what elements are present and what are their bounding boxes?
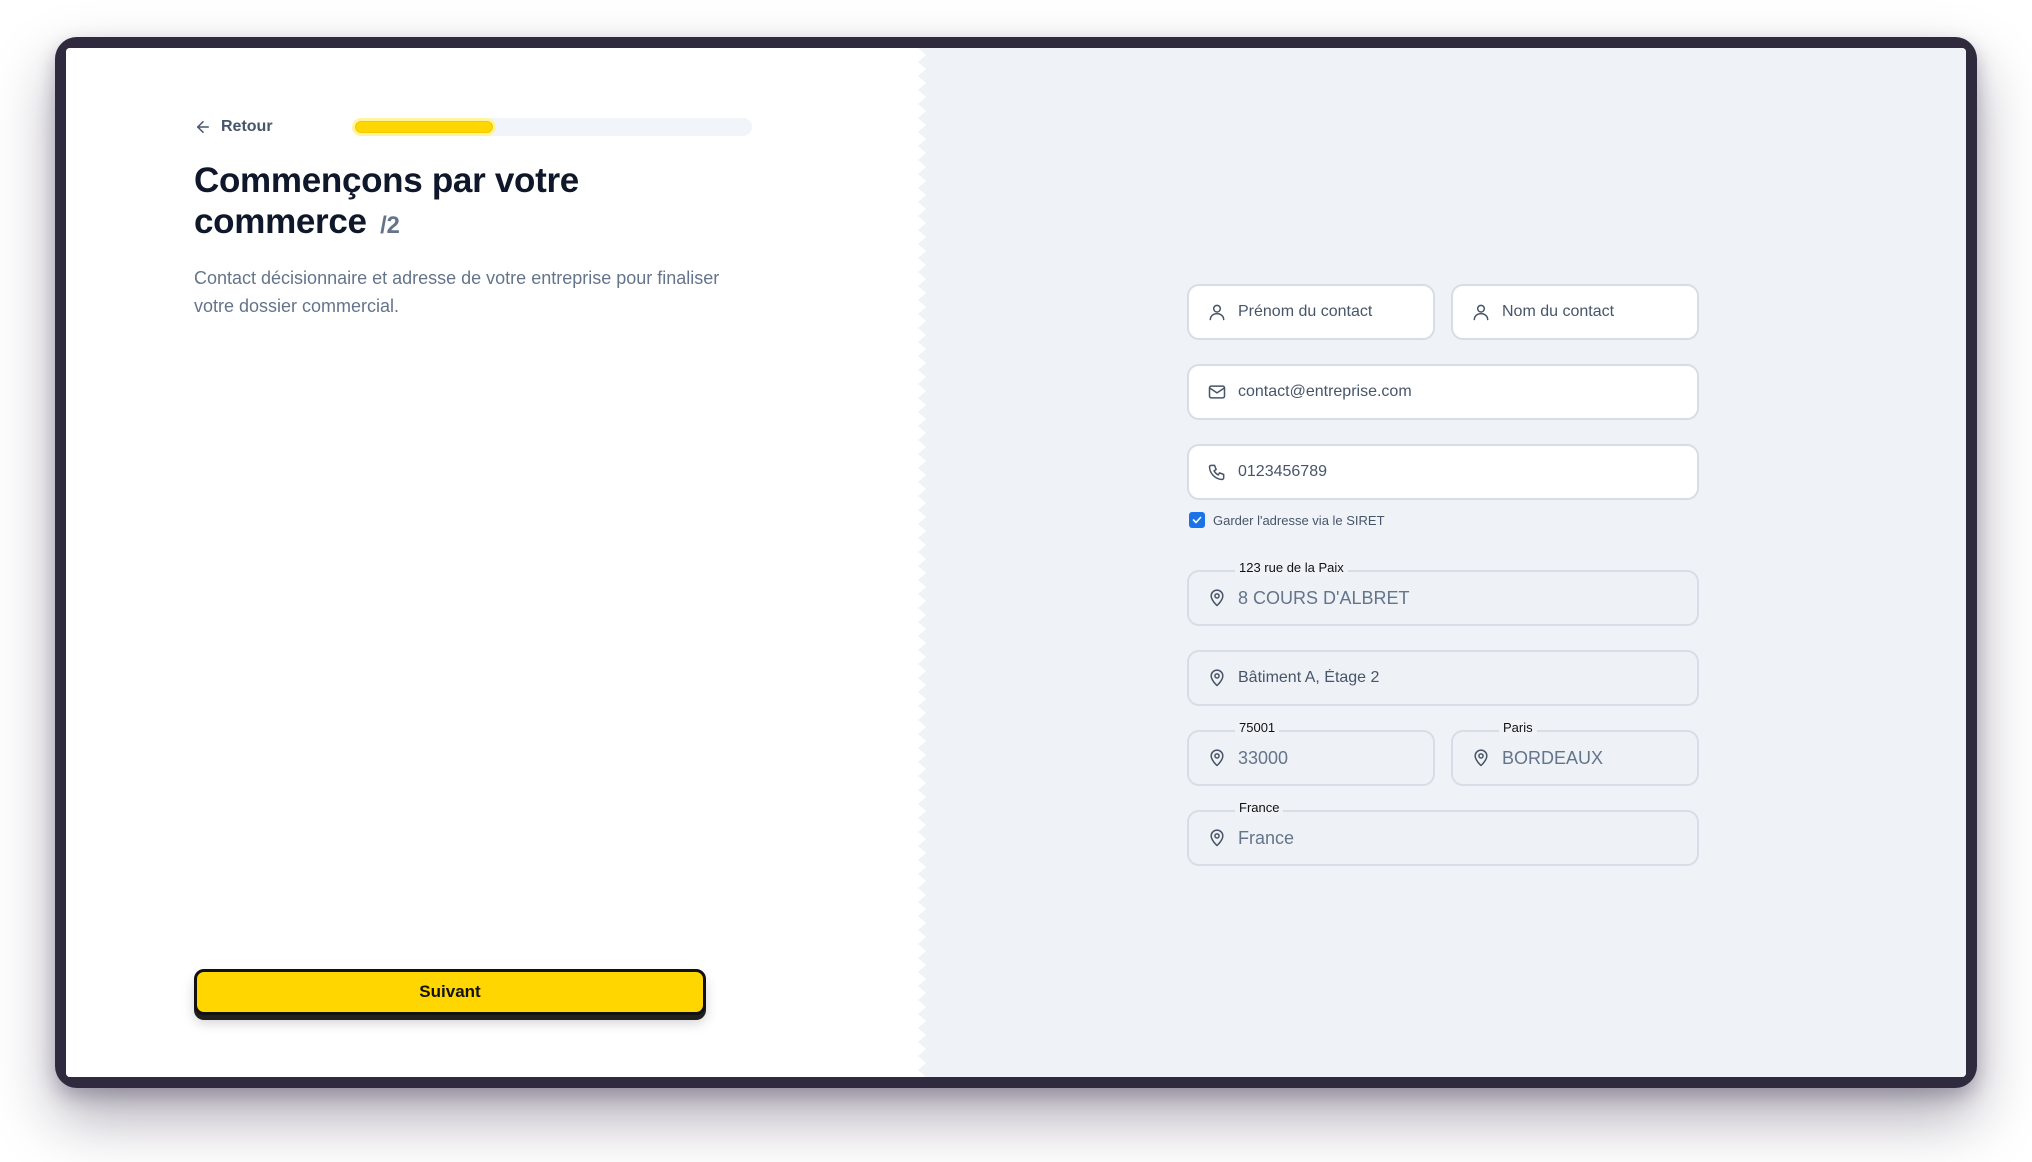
next-button[interactable]: Suivant bbox=[194, 969, 706, 1015]
progress-bar bbox=[352, 118, 752, 136]
keep-siret-address-checkbox[interactable] bbox=[1189, 512, 1205, 528]
top-bar: Retour bbox=[194, 114, 752, 140]
city-label: Paris bbox=[1499, 719, 1537, 737]
first-name-field[interactable] bbox=[1187, 284, 1435, 340]
keep-siret-address-label: Garder l'adresse via le SIRET bbox=[1213, 512, 1385, 528]
last-name-field[interactable] bbox=[1451, 284, 1699, 340]
map-pin-icon bbox=[1210, 669, 1224, 687]
postal-code-label: 75001 bbox=[1235, 719, 1280, 737]
address-line1-input[interactable] bbox=[1238, 572, 1697, 624]
city-input[interactable] bbox=[1502, 732, 1697, 784]
check-icon bbox=[1192, 516, 1202, 524]
app-screen: Retour Commençons par votre commerce /2 … bbox=[66, 48, 1966, 1077]
back-button[interactable]: Retour bbox=[194, 118, 273, 136]
page-subtitle: Contact décisionnaire et adresse de votr… bbox=[194, 268, 720, 316]
address-line1-label: 123 rue de la Paix bbox=[1235, 559, 1348, 577]
back-label: Retour bbox=[221, 118, 273, 135]
country-field[interactable]: France bbox=[1187, 799, 1699, 866]
map-pin-icon bbox=[1210, 829, 1224, 847]
user-icon bbox=[1209, 304, 1225, 321]
device-frame: Retour Commençons par votre commerce /2 … bbox=[55, 37, 1977, 1088]
left-pane: Retour Commençons par votre commerce /2 … bbox=[66, 48, 926, 1077]
country-label: France bbox=[1235, 799, 1284, 817]
email-input[interactable] bbox=[1238, 366, 1697, 418]
last-name-input[interactable] bbox=[1502, 286, 1697, 338]
address-line2-field[interactable] bbox=[1187, 650, 1699, 706]
progress-fill bbox=[352, 118, 496, 136]
form-pane bbox=[926, 48, 1966, 1077]
map-pin-icon bbox=[1474, 749, 1488, 767]
page-title: Commençons par votre commerce /2 bbox=[194, 160, 734, 246]
first-name-input[interactable] bbox=[1238, 286, 1433, 338]
phone-field[interactable] bbox=[1187, 444, 1699, 500]
map-pin-icon bbox=[1210, 589, 1224, 607]
map-pin-icon bbox=[1210, 749, 1224, 767]
mail-icon bbox=[1208, 385, 1226, 399]
phone-input[interactable] bbox=[1238, 446, 1697, 498]
postal-code-field[interactable]: 75001 bbox=[1187, 719, 1435, 786]
arrow-left-icon bbox=[197, 121, 209, 133]
postal-code-input[interactable] bbox=[1238, 732, 1433, 784]
country-input[interactable] bbox=[1238, 812, 1697, 864]
email-field[interactable] bbox=[1187, 364, 1699, 420]
city-field[interactable]: Paris bbox=[1451, 719, 1699, 786]
phone-icon bbox=[1208, 464, 1225, 481]
address-line2-input[interactable] bbox=[1238, 652, 1697, 704]
keep-siret-address-option[interactable]: Garder l'adresse via le SIRET bbox=[1189, 512, 1385, 528]
user-icon bbox=[1473, 304, 1489, 321]
address-line1-field[interactable]: 123 rue de la Paix bbox=[1187, 559, 1699, 626]
step-indicator: /2 bbox=[380, 212, 400, 239]
